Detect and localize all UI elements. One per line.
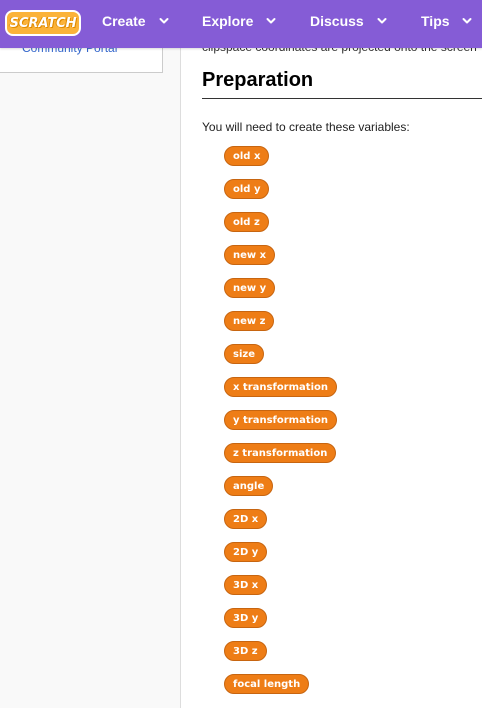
chevron-down-icon (377, 16, 387, 26)
nav-tips[interactable]: Tips (421, 0, 472, 42)
chevron-down-icon (462, 16, 472, 26)
variable-block: new z (224, 311, 275, 331)
main-content: clipspace coordinates are projected onto… (202, 0, 482, 708)
variable-list-item: 2D y (224, 542, 337, 575)
variable-block: old z (224, 212, 269, 232)
variable-block: focal length (224, 674, 310, 694)
variable-list-item: y transformation (224, 410, 338, 443)
variable-block: 3D x (224, 575, 268, 595)
variable-list-item: 3D y (224, 608, 337, 641)
variable-list-item: 3D z (224, 641, 337, 674)
variable-block: 2D y (224, 542, 268, 562)
variable-list-item: new z (224, 311, 337, 344)
nav-discuss-label: Discuss (310, 13, 364, 29)
variable-block: new x (224, 245, 276, 265)
variable-list: old x old y old z new x new y new z size x tran… (224, 146, 338, 707)
nav-create[interactable]: Create (102, 0, 169, 42)
variable-list-item: focal length (224, 674, 337, 707)
variable-list-item: new y (224, 278, 337, 311)
sidebar: Community Portal (0, 0, 181, 708)
variable-list-item: size (224, 344, 337, 377)
nav-tips-label: Tips (421, 13, 450, 29)
variable-block: x transformation (224, 377, 337, 397)
heading-divider (202, 98, 482, 99)
variable-block: angle (224, 476, 274, 496)
nav-discuss[interactable]: Discuss (310, 0, 387, 42)
variable-list-item: z transformation (224, 443, 337, 476)
variable-block: old x (224, 146, 270, 166)
variable-list-item: old z (224, 212, 337, 245)
nav-explore-label: Explore (202, 13, 254, 29)
scratch-logo[interactable]: SCRATCH (5, 10, 81, 36)
chevron-down-icon (266, 16, 276, 26)
variable-block: 2D x (224, 509, 268, 529)
nav-create-label: Create (102, 13, 146, 29)
top-navigation-bar: SCRATCH Create Explore Discuss Tips (0, 0, 482, 48)
variable-list-item: old x (224, 146, 337, 179)
variable-block: new y (224, 278, 276, 298)
variable-block: 3D y (224, 608, 268, 628)
variable-list-item: 3D x (224, 575, 337, 608)
variable-block: size (224, 344, 264, 364)
wiki-page: Community Portal clipspace coordinates a… (0, 0, 482, 708)
variable-list-item: x transformation (224, 377, 337, 410)
intro-text: You will need to create these variables: (202, 120, 410, 134)
variable-block: z transformation (224, 443, 337, 463)
variable-block: 3D z (224, 641, 267, 661)
variable-list-item: 2D x (224, 509, 337, 542)
variable-list-item: angle (224, 476, 337, 509)
chevron-down-icon (159, 16, 169, 26)
variable-list-item: old y (224, 179, 337, 212)
nav-explore[interactable]: Explore (202, 0, 276, 42)
variable-list-item: new x (224, 245, 337, 278)
variable-block: y transformation (224, 410, 338, 430)
variable-block: old y (224, 179, 270, 199)
section-heading: Preparation (202, 69, 314, 91)
